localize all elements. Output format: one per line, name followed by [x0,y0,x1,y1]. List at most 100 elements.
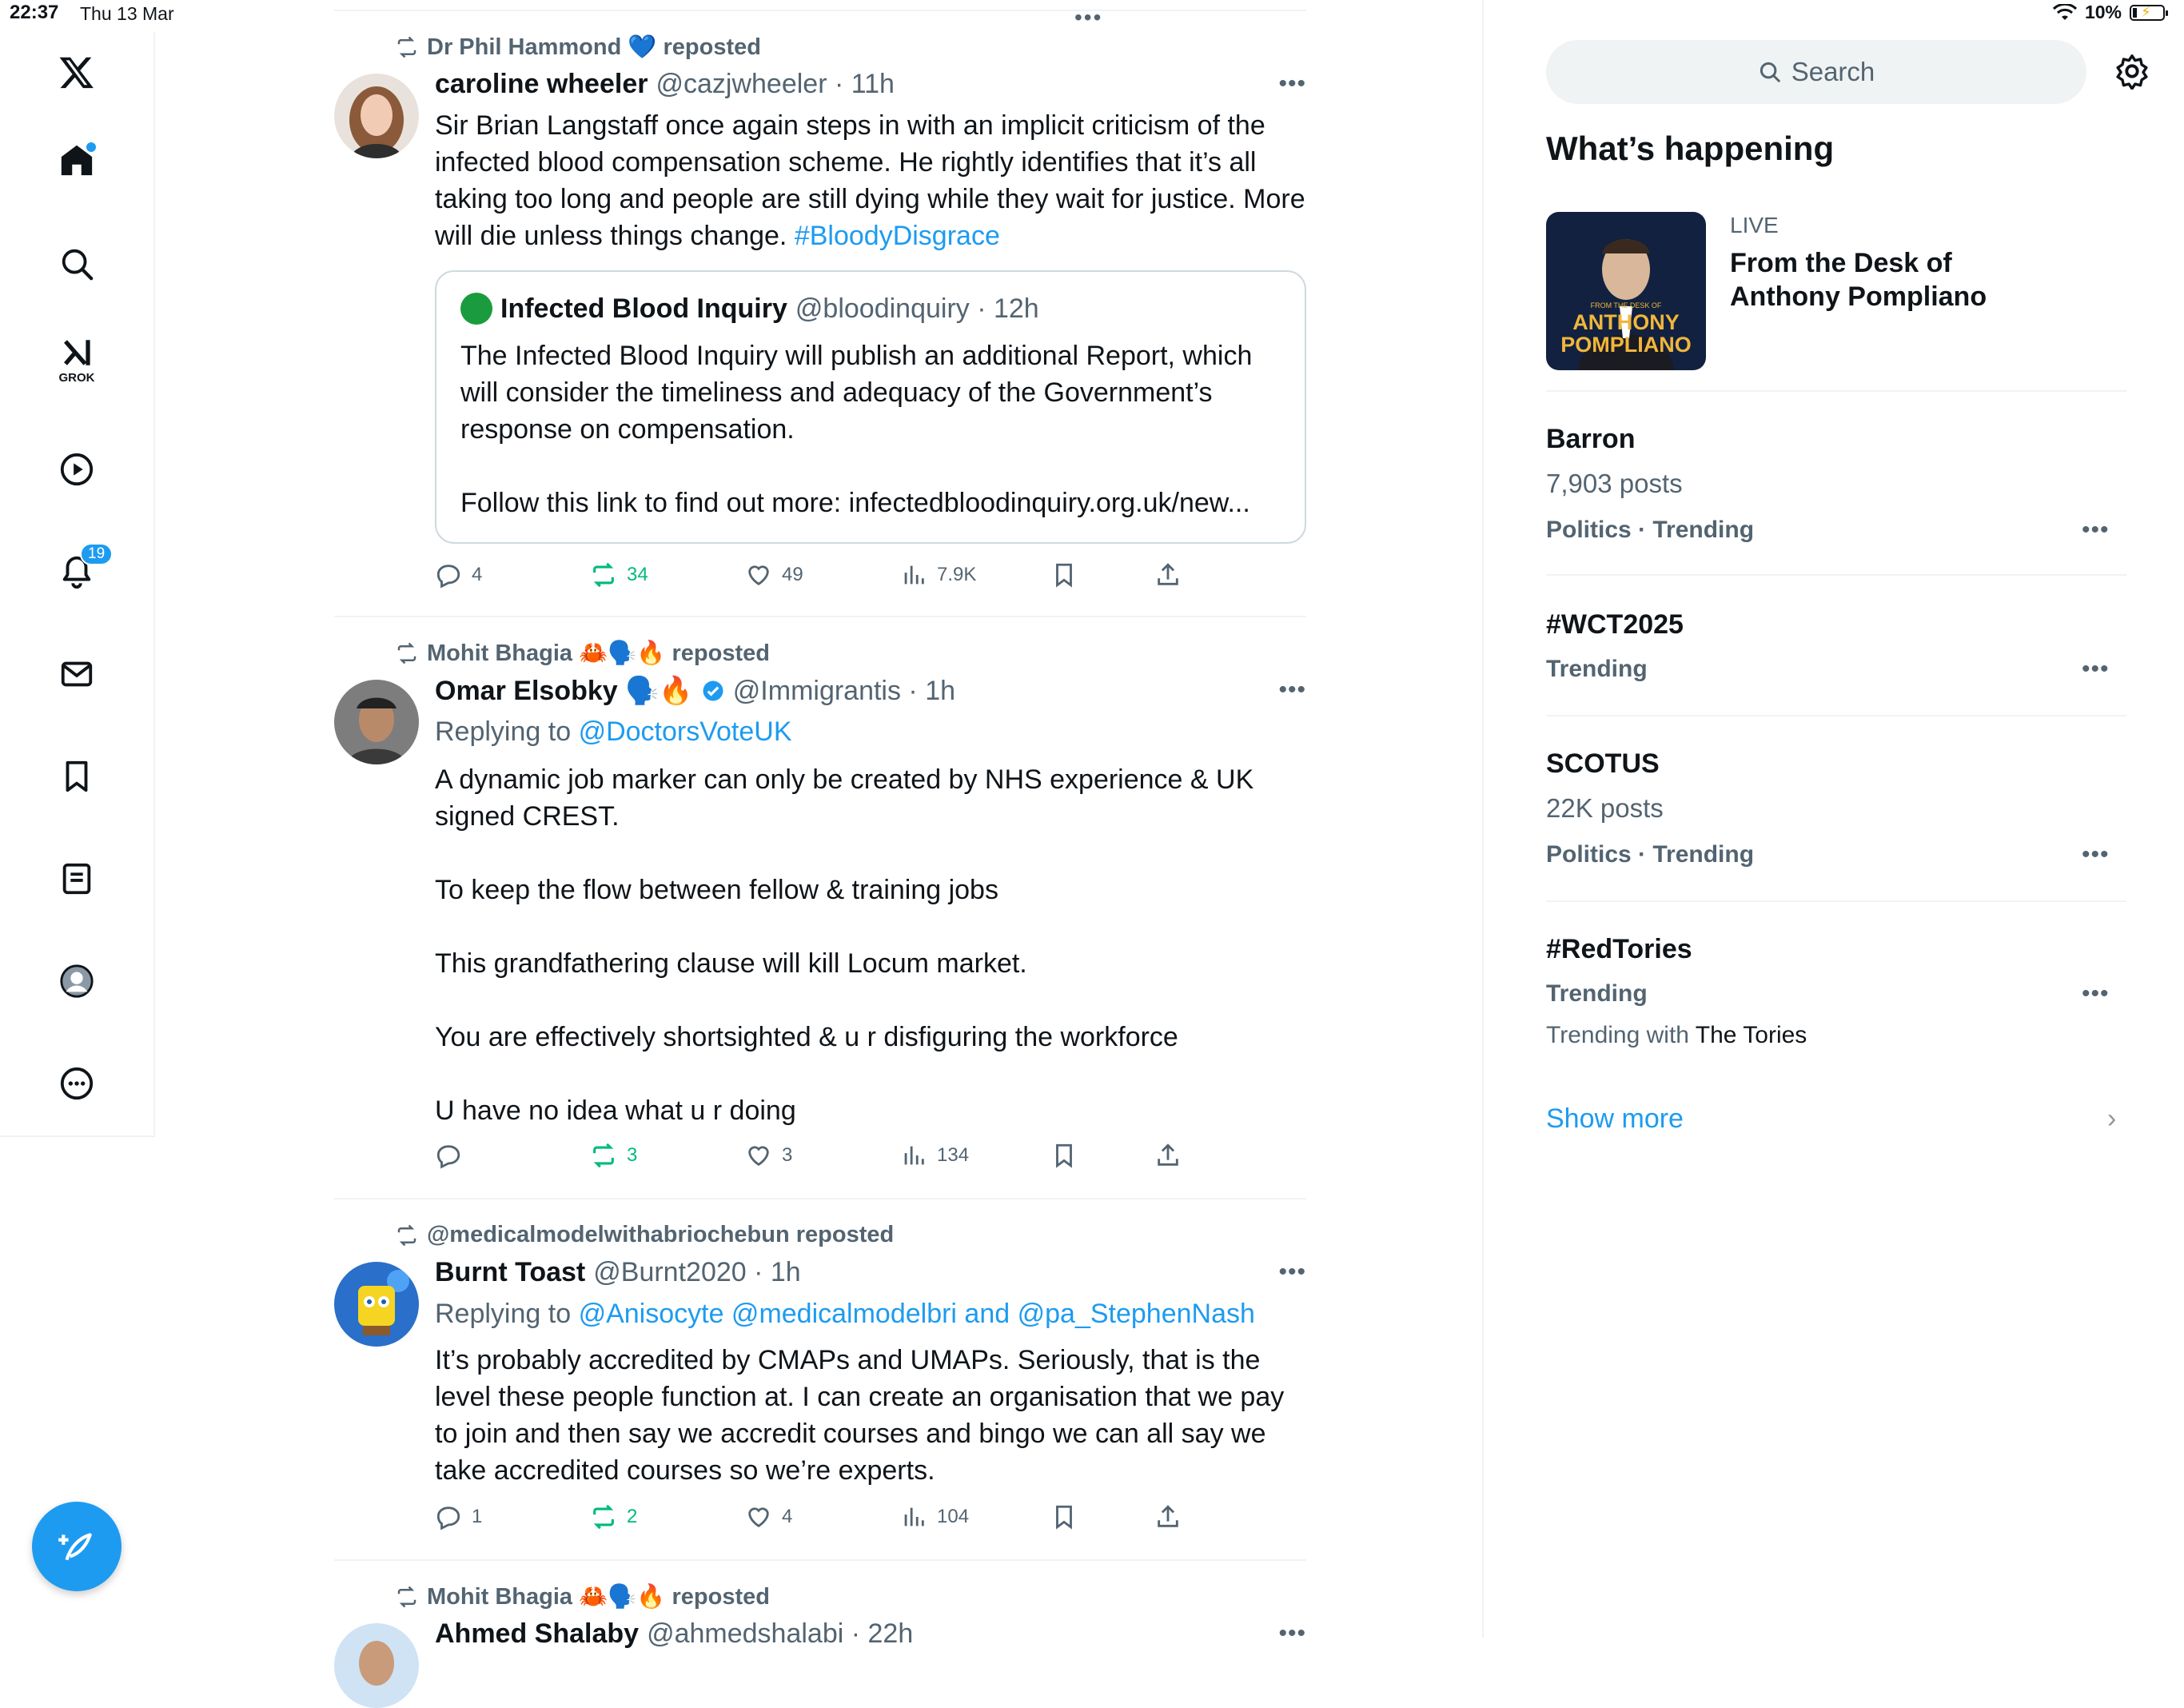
nav-profile[interactable] [53,957,101,1005]
post-header: Ahmed Shalaby @ahmedshalabi · 22h [435,1618,913,1650]
avatar[interactable] [334,74,419,158]
quote-header: Infected Blood Inquiry @bloodinquiry · 1… [460,293,1281,325]
nav-messages[interactable] [53,650,101,698]
repost-button[interactable]: 34 [590,561,648,589]
bookmark-button[interactable] [1050,561,1078,589]
hashtag-link[interactable]: #BloodyDisgrace [795,221,1000,251]
post-more-button[interactable]: ••• [1278,70,1306,98]
like-button[interactable]: 49 [745,561,803,589]
reply-button[interactable]: 1 [435,1503,482,1530]
post-header: Burnt Toast @Burnt2020 · 1h [435,1257,801,1288]
avatar[interactable] [334,1623,419,1708]
trending-with-prefix: Trending with [1546,1022,1689,1048]
notifications-badge: 19 [80,543,114,565]
post-header: Omar Elsobky 🗣️🔥 @Immigrantis · 1h [435,675,955,707]
repost-icon [397,36,416,58]
heart-icon [748,1507,769,1528]
like-button[interactable]: 4 [745,1503,792,1530]
x-logo-icon[interactable] [53,48,101,96]
author-name[interactable]: caroline wheeler [435,69,648,100]
trend-more-button[interactable]: ••• [2082,656,2110,683]
avatar[interactable] [334,1262,419,1347]
compose-button[interactable] [32,1502,122,1591]
author-name[interactable]: Ahmed Shalaby [435,1618,639,1650]
trend-more-button[interactable]: ••• [2082,980,2110,1008]
author-name[interactable]: Omar Elsobky 🗣️🔥 [435,675,693,707]
post-more-button[interactable]: ••• [1278,1259,1306,1286]
live-thumb-caption: ANTHONY POMPLIANO [1560,310,1692,357]
repost-by: Dr Phil Hammond 💙 reposted [427,34,761,60]
bookmarks-icon [66,760,88,792]
quote-author-handle: @bloodinquiry · 12h [795,293,1039,324]
share-button[interactable] [1154,561,1182,589]
post-more-button[interactable]: ••• [1278,676,1306,704]
repost-icon [397,642,416,664]
author-handle[interactable]: @Immigrantis · 1h [733,676,955,707]
repost-button[interactable]: 3 [590,1142,637,1169]
reply-button[interactable] [435,1142,472,1169]
reply-icon [436,565,460,589]
replying-to-link[interactable]: @DoctorsVoteUK [579,716,792,747]
status-indicators: 10% ⚡ [2052,2,2168,23]
quote-text: The Infected Blood Inquiry will publish … [460,341,1253,518]
search-input[interactable]: Search [1546,40,2086,104]
live-title[interactable]: From the Desk of Anthony Pompliano [1730,246,2018,313]
trend-more-button[interactable]: ••• [2082,841,2110,868]
trend-divider [1546,574,2126,576]
post-more-button[interactable]: ••• [1278,1620,1306,1647]
sidebar-nav: GROK 19 [0,32,155,1137]
share-button[interactable] [1154,1142,1182,1169]
views-button[interactable]: 104 [900,1503,969,1530]
trend-name[interactable]: Barron [1546,424,1635,455]
new-content-dot [85,141,98,154]
trend-post-count: 7,903 posts [1546,469,1683,498]
repost-count: 34 [627,564,648,585]
nav-lists[interactable] [53,855,101,903]
avatar[interactable] [334,680,419,764]
nav-explore[interactable] [53,240,101,288]
bookmark-button[interactable] [1050,1142,1078,1169]
author-handle[interactable]: @cazjwheeler · 11h [656,69,894,100]
repost-indicator: @medicalmodelwithabriochebun reposted [395,1222,894,1248]
nav-grok[interactable]: GROK [53,336,101,385]
trending-with-name[interactable]: The Tories [1696,1022,1807,1048]
trend-name[interactable]: #WCT2025 [1546,609,1684,640]
author-name[interactable]: Burnt Toast [435,1257,585,1288]
chevron-right-icon: › [2107,1103,2117,1134]
author-handle[interactable]: @ahmedshalabi · 22h [647,1618,913,1650]
reply-button[interactable]: 4 [435,561,482,589]
live-thumbnail[interactable]: FROM THE DESK OF ANTHONY POMPLIANO [1546,212,1706,370]
repost-by: Mohit Bhagia 🦀🗣️🔥 reposted [427,640,770,666]
bookmark-button[interactable] [1050,1503,1078,1530]
post-divider [334,1198,1306,1199]
repost-icon [593,1143,614,1168]
share-button[interactable] [1154,1503,1182,1530]
bookmark-icon [1056,1143,1072,1168]
post-actions: 4 34 49 7.9K [435,561,1234,593]
trend-name[interactable]: #RedTories [1546,934,1692,965]
view-count: 134 [937,1144,970,1166]
quoted-post[interactable]: Infected Blood Inquiry @bloodinquiry · 1… [435,270,1306,544]
nav-notifications[interactable]: 19 [53,543,114,596]
like-button[interactable]: 3 [745,1142,792,1169]
nav-home[interactable] [53,136,101,184]
repost-button[interactable]: 2 [590,1503,637,1530]
live-thumb-caption-small: FROM THE DESK OF [1590,301,1662,309]
trend-more-button[interactable]: ••• [2082,517,2110,544]
author-handle[interactable]: @Burnt2020 · 1h [593,1257,800,1288]
whats-happening-title: What’s happening [1546,130,1835,167]
nav-more[interactable] [53,1060,101,1107]
views-icon [904,1146,924,1165]
profile-icon [60,964,94,998]
views-button[interactable]: 134 [900,1142,969,1169]
show-more-link[interactable]: Show more [1546,1103,1684,1135]
views-button[interactable]: 7.9K [900,561,976,589]
nav-video[interactable] [53,445,101,493]
settings-gear-icon[interactable] [2114,53,2150,90]
replying-to-link[interactable]: @Anisocyte @medicalmodelbri and @pa_Step… [579,1299,1255,1329]
trend-name[interactable]: SCOTUS [1546,748,1660,780]
nav-bookmarks[interactable] [53,752,101,800]
live-label: LIVE [1730,213,1779,237]
wifi-icon [2052,3,2077,20]
search-icon [1760,62,1780,82]
